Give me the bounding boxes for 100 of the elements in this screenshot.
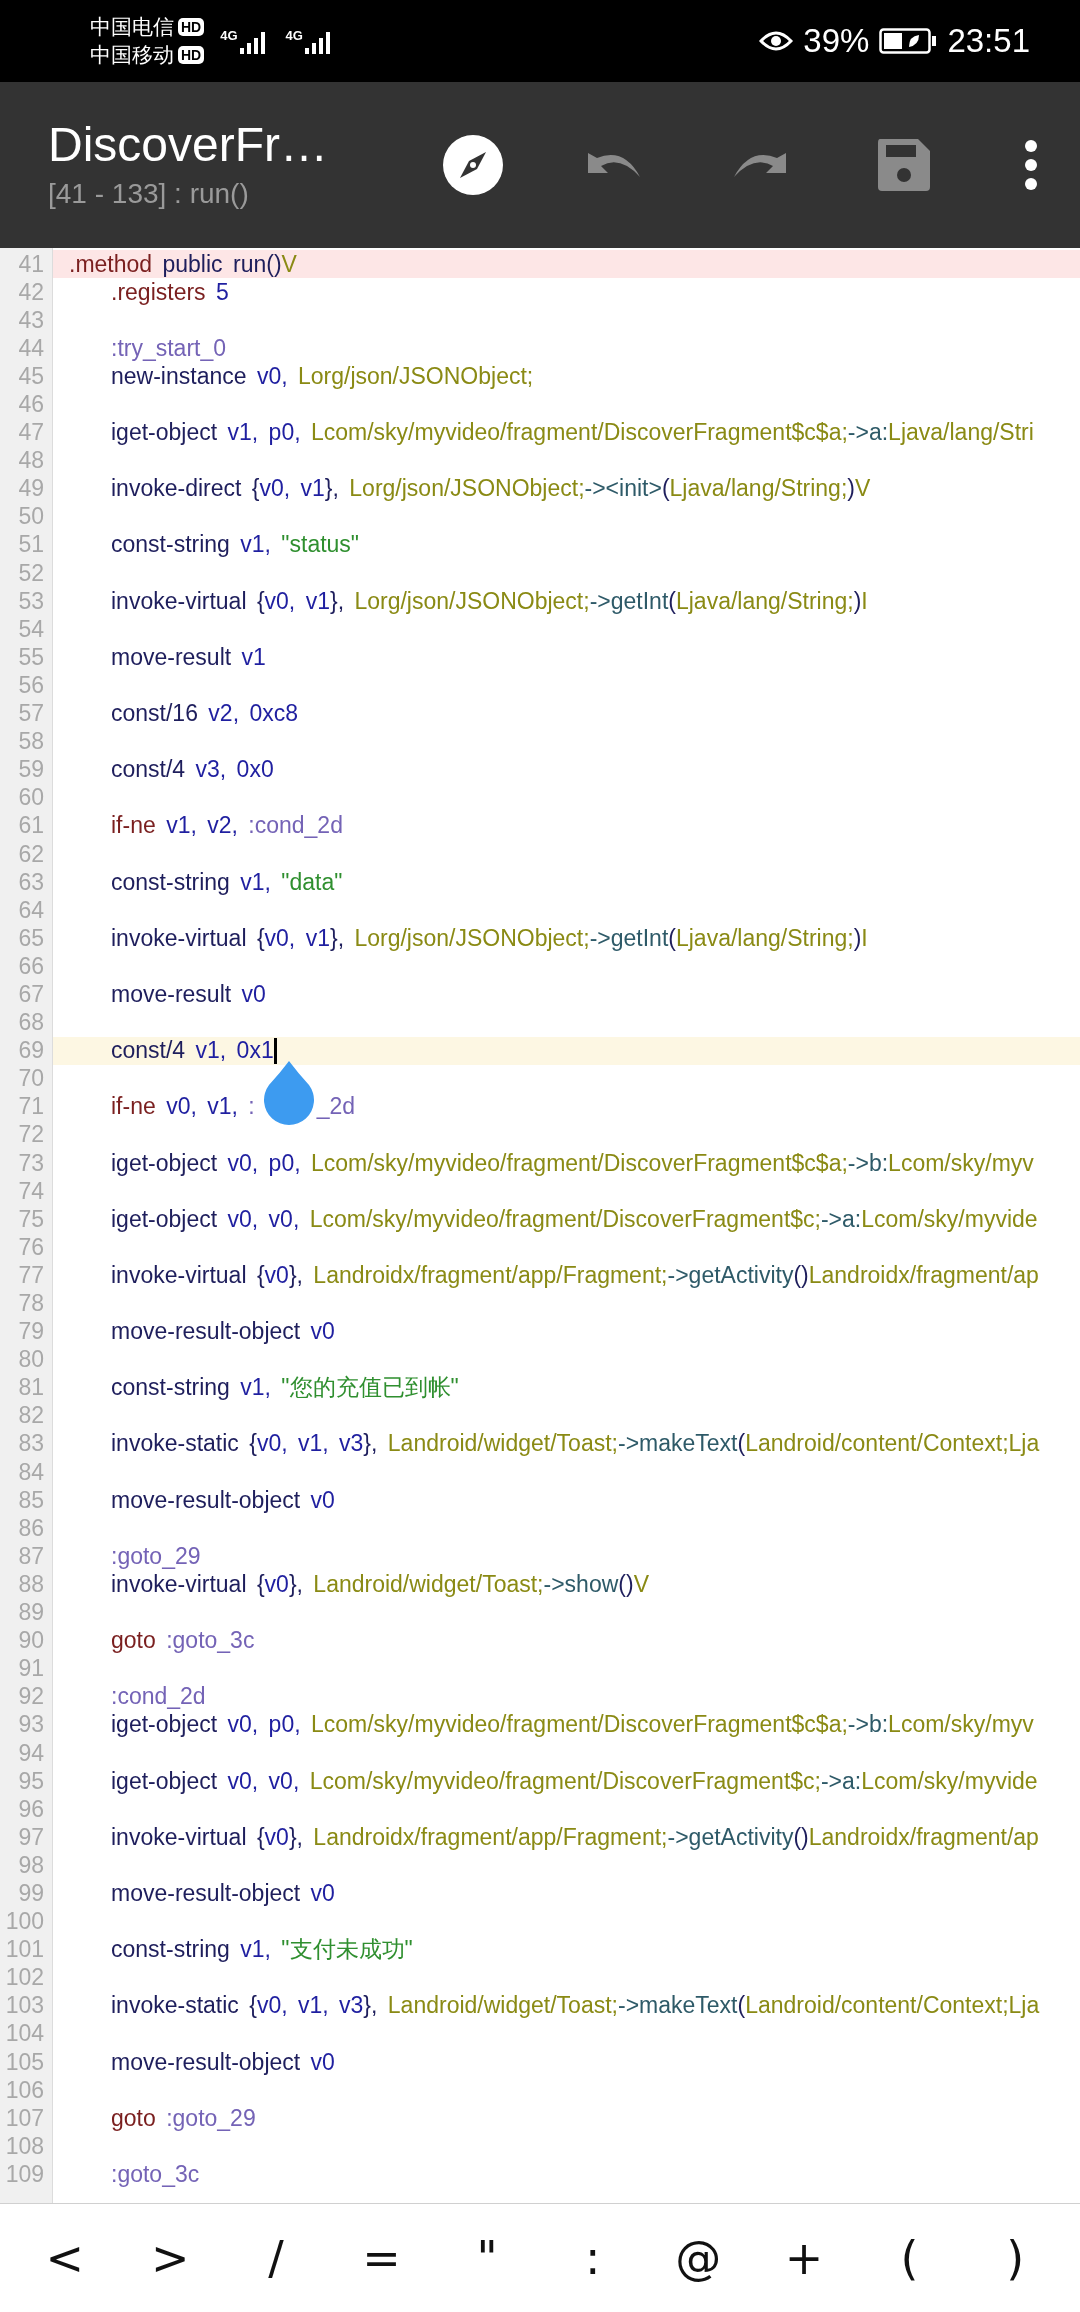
- line-number: 55: [17, 643, 44, 671]
- line-number: 45: [17, 362, 44, 390]
- code-line: invoke-static {v0, v1, v3}, Landroid/widget/Toast;->makeText(Landroid/content/Context;Lja: [111, 1430, 1040, 1458]
- code-line: const-string v1, "status": [111, 531, 360, 559]
- code-line: goto :goto_3c: [111, 1627, 255, 1655]
- line-number: 88: [17, 1570, 44, 1598]
- line-number: 65: [17, 924, 44, 952]
- code-line: move-result v1: [111, 643, 266, 671]
- symbol-key[interactable]: (: [856, 2213, 963, 2303]
- line-number: 72: [17, 1121, 44, 1149]
- line-number: 54: [17, 615, 44, 643]
- code-line: :goto_29: [111, 1542, 201, 1570]
- code-line: move-result v0: [111, 981, 266, 1008]
- line-number: 77: [17, 1261, 44, 1289]
- line-number: 52: [17, 559, 44, 587]
- line-number: 109: [4, 2160, 44, 2188]
- line-number: 94: [17, 1739, 44, 1767]
- line-number: 75: [17, 1205, 44, 1233]
- code-line: invoke-virtual {v0, v1}, Lorg/json/JSONObject;->getInt(Ljava/lang/String;)I: [111, 924, 868, 952]
- line-number: 96: [17, 1795, 44, 1823]
- line-number: 76: [17, 1233, 44, 1261]
- code-line: iget-object v1, p0, Lcom/sky/myvideo/fragment/DiscoverFragment$c$a;->a:Ljava/lang/Stri: [111, 419, 1034, 447]
- save-icon[interactable]: [876, 137, 932, 193]
- network-type: 4G: [220, 28, 238, 43]
- code-line: invoke-static {v0, v1, v3}, Landroid/widget/Toast;->makeText(Landroid/content/Context;Lja: [111, 1992, 1040, 2020]
- line-number: 61: [17, 812, 44, 840]
- line-number: 63: [17, 868, 44, 896]
- code-line: iget-object v0, p0, Lcom/sky/myvideo/fragment/DiscoverFragment$c$a;->b:Lcom/sky/myv: [111, 1711, 1034, 1739]
- code-line: const/16 v2, 0xc8: [111, 700, 298, 728]
- code-line: iget-object v0, p0, Lcom/sky/myvideo/fragment/DiscoverFragment$c$a;->b:Lcom/sky/myv: [111, 1149, 1034, 1177]
- battery-percent: 39%: [803, 22, 870, 60]
- symbol-key[interactable]: +: [751, 2213, 857, 2303]
- line-number: 83: [17, 1430, 44, 1458]
- line-number: 107: [4, 2104, 44, 2132]
- symbol-key[interactable]: >: [117, 2213, 224, 2303]
- line-number: 69: [17, 1037, 44, 1065]
- line-number: 74: [17, 1177, 44, 1205]
- method-range: [41 - 133] : run(): [48, 177, 250, 211]
- selection-handle[interactable]: [263, 1061, 314, 1126]
- code-line: const-string v1, "您的充值已到帐": [111, 1373, 459, 1403]
- line-number: 103: [4, 1992, 44, 2020]
- code-line: move-result-object v0: [111, 1880, 335, 1907]
- compass-icon[interactable]: [442, 134, 504, 196]
- hd-badge: HD: [178, 18, 205, 36]
- line-number: 73: [17, 1149, 44, 1177]
- code-line: invoke-virtual {v0}, Landroidx/fragment/app/Fragment;->getActivity()Landroidx/fragment/ap: [111, 1823, 1039, 1851]
- line-number: 78: [17, 1290, 44, 1317]
- symbol-key[interactable]: /: [223, 2213, 329, 2303]
- code-line: iget-object v0, v0, Lcom/sky/myvideo/fragment/DiscoverFragment$c;->a:Lcom/sky/myvide: [111, 1767, 1038, 1795]
- line-number: 87: [17, 1542, 44, 1570]
- line-number: 100: [4, 1908, 44, 1936]
- code-line: const-string v1, "支付未成功": [111, 1935, 413, 1965]
- symbol-key[interactable]: @: [645, 2213, 752, 2303]
- line-number: 50: [17, 503, 44, 531]
- line-number: 105: [4, 2048, 44, 2076]
- line-number: 92: [17, 1683, 44, 1711]
- line-number: 106: [4, 2076, 44, 2104]
- line-number: 67: [17, 981, 44, 1008]
- file-title: DiscoverFr…: [48, 117, 329, 173]
- line-number: 80: [17, 1346, 44, 1374]
- code-line: :cond_2d: [111, 1683, 206, 1711]
- code-line: const-string v1, "data": [111, 868, 343, 896]
- line-number: 47: [17, 419, 44, 447]
- line-number: 62: [17, 840, 44, 868]
- symbol-key[interactable]: =: [328, 2213, 435, 2303]
- symbol-key[interactable]: <: [12, 2213, 118, 2303]
- code-line: if-ne v0, v1, :: [111, 1093, 255, 1121]
- code-line: invoke-virtual {v0}, Landroid/widget/Toast;->show()V: [111, 1570, 649, 1598]
- more-options-icon[interactable]: [1024, 139, 1038, 191]
- code-line: :try_start_0: [111, 334, 227, 362]
- line-number: 86: [17, 1514, 44, 1542]
- line-number: 41: [17, 250, 44, 278]
- line-number: 68: [17, 1009, 44, 1037]
- network-type: 4G: [285, 28, 303, 43]
- line-number: 49: [17, 475, 44, 503]
- line-number: 43: [17, 306, 44, 334]
- line-number: 89: [17, 1599, 44, 1627]
- line-number: 64: [17, 896, 44, 924]
- line-number: 60: [17, 784, 44, 812]
- line-number: 97: [17, 1823, 44, 1851]
- line-number: 101: [4, 1936, 44, 1964]
- line-number: 66: [17, 952, 44, 980]
- symbol-key[interactable]: ): [962, 2213, 1068, 2303]
- code-line: iget-object v0, v0, Lcom/sky/myvideo/fragment/DiscoverFragment$c;->a:Lcom/sky/myvide: [111, 1205, 1038, 1233]
- line-number: 104: [4, 2020, 44, 2048]
- code-line: new-instance v0, Lorg/json/JSONObject;: [111, 362, 534, 390]
- line-number: 46: [17, 391, 44, 418]
- line-number: 59: [17, 756, 44, 784]
- line-number: 56: [17, 671, 44, 699]
- line-number: 82: [17, 1402, 44, 1430]
- line-number: 95: [17, 1767, 44, 1795]
- line-number: 44: [17, 334, 44, 362]
- symbol-key[interactable]: ": [434, 2213, 540, 2303]
- line-number: 71: [17, 1093, 44, 1121]
- line-number: 42: [17, 278, 44, 306]
- symbol-key[interactable]: :: [539, 2213, 646, 2303]
- code-line: .method public run()V: [69, 250, 297, 278]
- line-number: 57: [17, 700, 44, 728]
- line-number: 58: [17, 728, 44, 756]
- code-line: invoke-direct {v0, v1}, Lorg/json/JSONObject;-><init>(Ljava/lang/String;)V: [111, 475, 871, 503]
